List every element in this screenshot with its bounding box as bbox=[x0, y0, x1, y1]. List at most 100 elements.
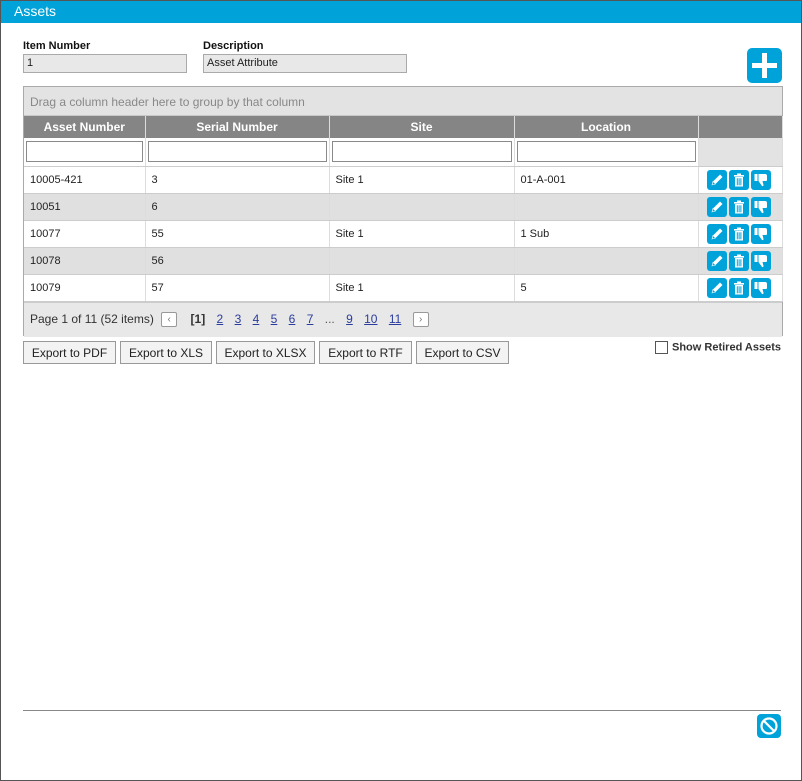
edit-button[interactable] bbox=[706, 277, 727, 298]
retire-button[interactable] bbox=[750, 223, 771, 244]
pager-prev-button[interactable]: ‹ bbox=[161, 311, 178, 327]
export-xls-button[interactable]: Export to XLS bbox=[120, 341, 212, 364]
item-number-label: Item Number bbox=[23, 40, 91, 52]
trash-icon bbox=[733, 200, 744, 213]
trash-icon bbox=[733, 227, 744, 240]
serial-number-cell: 57 bbox=[145, 274, 330, 302]
edit-button[interactable] bbox=[706, 196, 727, 217]
show-retired-toggle[interactable]: Show Retired Assets bbox=[655, 341, 781, 354]
row-actions bbox=[698, 220, 783, 248]
export-rtf-button[interactable]: Export to RTF bbox=[319, 341, 412, 364]
pager-ellipsis[interactable]: ... bbox=[325, 312, 335, 326]
location-cell bbox=[514, 193, 699, 221]
show-retired-label: Show Retired Assets bbox=[672, 341, 782, 354]
table-row[interactable]: 10051 6 bbox=[24, 193, 783, 221]
pager-page-link[interactable]: 2 bbox=[217, 312, 224, 326]
serial-number-filter[interactable] bbox=[147, 141, 327, 163]
thumbs-down-icon bbox=[754, 227, 767, 240]
group-by-panel[interactable]: Drag a column header here to group by th… bbox=[24, 87, 782, 116]
asset-number-cell: 10079 bbox=[24, 274, 146, 302]
site-cell: Site 1 bbox=[329, 220, 515, 248]
pencil-icon bbox=[711, 228, 722, 239]
table-row[interactable]: 10079 57 Site 1 5 bbox=[24, 274, 783, 302]
delete-button[interactable] bbox=[728, 196, 749, 217]
pager-page-link[interactable]: 6 bbox=[289, 312, 296, 326]
trash-icon bbox=[733, 173, 744, 186]
row-actions bbox=[698, 247, 783, 275]
column-header-asset-number[interactable]: Asset Number bbox=[24, 116, 146, 138]
row-actions bbox=[698, 274, 783, 302]
thumbs-down-icon bbox=[754, 200, 767, 213]
asset-number-cell: 10078 bbox=[24, 247, 146, 275]
retire-button[interactable] bbox=[750, 196, 771, 217]
assets-grid: Drag a column header here to group by th… bbox=[23, 86, 783, 337]
show-retired-checkbox[interactable] bbox=[655, 341, 668, 354]
pager-page-link[interactable]: 9 bbox=[346, 312, 353, 326]
description-label: Description bbox=[203, 40, 264, 52]
asset-number-cell: 10005-421 bbox=[24, 166, 146, 194]
pencil-icon bbox=[711, 201, 722, 212]
thumbs-down-icon bbox=[754, 173, 767, 186]
retire-button[interactable] bbox=[750, 250, 771, 271]
location-filter[interactable] bbox=[516, 141, 696, 163]
pager-page-link[interactable]: 7 bbox=[307, 312, 314, 326]
export-csv-button[interactable]: Export to CSV bbox=[416, 341, 509, 364]
table-row[interactable]: 10078 56 bbox=[24, 247, 783, 275]
asset-number-filter[interactable] bbox=[26, 141, 143, 163]
column-header-site[interactable]: Site bbox=[329, 116, 515, 138]
pager-page-link[interactable]: 3 bbox=[235, 312, 242, 326]
asset-number-cell: 10051 bbox=[24, 193, 146, 221]
chevron-left-icon: ‹ bbox=[167, 313, 171, 325]
retire-button[interactable] bbox=[750, 169, 771, 190]
delete-button[interactable] bbox=[728, 277, 749, 298]
site-cell bbox=[329, 193, 515, 221]
pencil-icon bbox=[711, 255, 722, 266]
window-title: Assets bbox=[1, 1, 801, 23]
pencil-icon bbox=[711, 174, 722, 185]
delete-button[interactable] bbox=[728, 250, 749, 271]
description-field[interactable]: Asset Attribute bbox=[203, 54, 407, 73]
cancel-icon bbox=[760, 717, 778, 735]
item-number-field[interactable]: 1 bbox=[23, 54, 187, 73]
pager-page-link[interactable]: 10 bbox=[364, 312, 377, 326]
pager-summary: Page 1 of 11 (52 items) bbox=[30, 312, 154, 327]
column-header-location[interactable]: Location bbox=[514, 116, 699, 138]
assets-table: Asset Number Serial Number Site Location… bbox=[24, 116, 783, 302]
column-header-serial-number[interactable]: Serial Number bbox=[145, 116, 330, 138]
location-cell: 1 Sub bbox=[514, 220, 699, 248]
trash-icon bbox=[733, 281, 744, 294]
table-row[interactable]: 10005-421 3 Site 1 01-A-001 bbox=[24, 166, 783, 194]
retire-button[interactable] bbox=[750, 277, 771, 298]
edit-button[interactable] bbox=[706, 250, 727, 271]
serial-number-cell: 6 bbox=[145, 193, 330, 221]
pager-page-link[interactable]: 11 bbox=[389, 312, 401, 326]
filter-row bbox=[24, 138, 783, 167]
export-xlsx-button[interactable]: Export to XLSX bbox=[216, 341, 315, 364]
location-cell: 01-A-001 bbox=[514, 166, 699, 194]
pager-next-button[interactable]: › bbox=[412, 311, 429, 327]
site-cell: Site 1 bbox=[329, 274, 515, 302]
site-cell bbox=[329, 247, 515, 275]
column-header-actions bbox=[698, 116, 783, 138]
edit-button[interactable] bbox=[706, 223, 727, 244]
pager-page-link[interactable]: 4 bbox=[253, 312, 260, 326]
delete-button[interactable] bbox=[728, 223, 749, 244]
add-asset-button[interactable] bbox=[747, 48, 782, 83]
cancel-button[interactable] bbox=[757, 714, 781, 738]
edit-button[interactable] bbox=[706, 169, 727, 190]
location-cell bbox=[514, 247, 699, 275]
pencil-icon bbox=[711, 282, 722, 293]
delete-button[interactable] bbox=[728, 169, 749, 190]
site-filter[interactable] bbox=[331, 141, 512, 163]
row-actions bbox=[698, 166, 783, 194]
pager-page-link[interactable]: 5 bbox=[271, 312, 278, 326]
thumbs-down-icon bbox=[754, 254, 767, 267]
pager: Page 1 of 11 (52 items) ‹ [1] 2 3 4 5 6 … bbox=[24, 301, 782, 337]
asset-number-cell: 10077 bbox=[24, 220, 146, 248]
assets-window: Assets Item Number 1 Description Asset A… bbox=[0, 0, 802, 781]
trash-icon bbox=[733, 254, 744, 267]
serial-number-cell: 3 bbox=[145, 166, 330, 194]
table-row[interactable]: 10077 55 Site 1 1 Sub bbox=[24, 220, 783, 248]
export-pdf-button[interactable]: Export to PDF bbox=[23, 341, 116, 364]
serial-number-cell: 55 bbox=[145, 220, 330, 248]
